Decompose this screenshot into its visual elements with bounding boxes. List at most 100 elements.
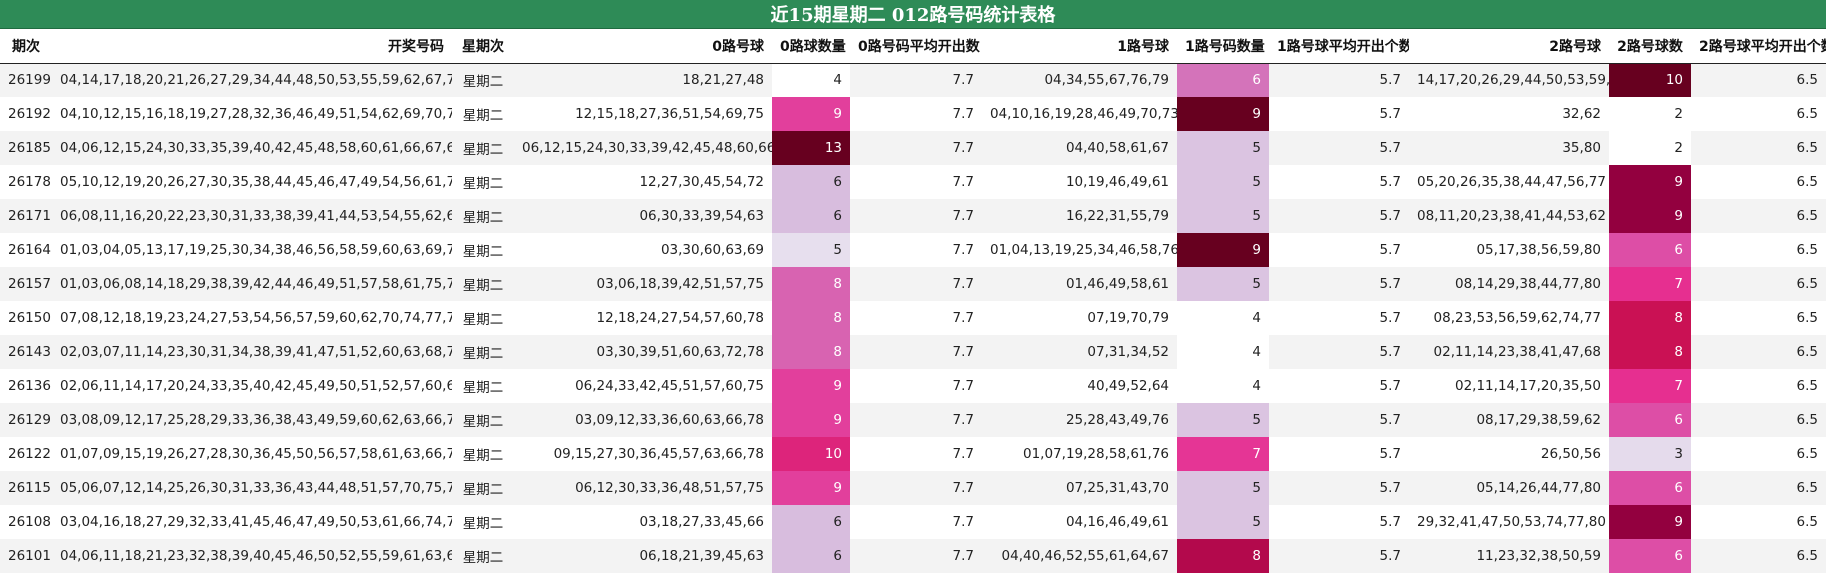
header-route1-avg[interactable]: 1路号球平均开出个数 [1269, 29, 1409, 64]
cell-route0-balls[interactable]: 06,12,15,24,30,33,39,42,45,48,60,66,69 [514, 131, 772, 165]
cell-weekday[interactable]: 星期二 [452, 97, 514, 131]
cell-route2-count[interactable]: 9 [1609, 199, 1691, 233]
cell-route2-count[interactable]: 2 [1609, 131, 1691, 165]
cell-route1-balls[interactable]: 07,25,31,43,70 [982, 471, 1177, 505]
cell-route1-balls[interactable]: 04,16,46,49,61 [982, 505, 1177, 539]
cell-route2-count[interactable]: 2 [1609, 97, 1691, 131]
cell-draw-numbers[interactable]: 02,03,07,11,14,23,30,31,34,38,39,41,47,5… [52, 335, 452, 369]
cell-route0-count[interactable]: 6 [772, 199, 850, 233]
cell-route2-balls[interactable]: 05,17,38,56,59,80 [1409, 233, 1609, 267]
cell-route2-count[interactable]: 3 [1609, 437, 1691, 471]
cell-route1-count[interactable]: 9 [1177, 97, 1269, 131]
cell-period[interactable]: 26122 [0, 437, 52, 471]
cell-route0-count[interactable]: 13 [772, 131, 850, 165]
cell-period[interactable]: 26101 [0, 539, 52, 573]
cell-route2-count[interactable]: 10 [1609, 63, 1691, 97]
cell-route0-count[interactable]: 8 [772, 267, 850, 301]
cell-route1-count[interactable]: 4 [1177, 369, 1269, 403]
cell-route2-balls[interactable]: 26,50,56 [1409, 437, 1609, 471]
cell-route2-avg[interactable]: 6.5 [1691, 539, 1826, 573]
cell-route2-avg[interactable]: 6.5 [1691, 403, 1826, 437]
cell-route2-count[interactable]: 6 [1609, 471, 1691, 505]
cell-period[interactable]: 26178 [0, 165, 52, 199]
cell-weekday[interactable]: 星期二 [452, 165, 514, 199]
cell-route2-balls[interactable]: 02,11,14,23,38,41,47,68 [1409, 335, 1609, 369]
cell-route2-balls[interactable]: 32,62 [1409, 97, 1609, 131]
cell-route1-count[interactable]: 7 [1177, 437, 1269, 471]
cell-route2-count[interactable]: 6 [1609, 403, 1691, 437]
cell-period[interactable]: 26185 [0, 131, 52, 165]
cell-period[interactable]: 26157 [0, 267, 52, 301]
cell-route0-count[interactable]: 9 [772, 471, 850, 505]
cell-route0-balls[interactable]: 03,30,39,51,60,63,72,78 [514, 335, 772, 369]
cell-route2-balls[interactable]: 08,23,53,56,59,62,74,77 [1409, 301, 1609, 335]
cell-period[interactable]: 26164 [0, 233, 52, 267]
cell-route1-balls[interactable]: 25,28,43,49,76 [982, 403, 1177, 437]
cell-route0-balls[interactable]: 06,30,33,39,54,63 [514, 199, 772, 233]
cell-route1-balls[interactable]: 04,40,46,52,55,61,64,67 [982, 539, 1177, 573]
cell-draw-numbers[interactable]: 04,10,12,15,16,18,19,27,28,32,36,46,49,5… [52, 97, 452, 131]
cell-route2-count[interactable]: 7 [1609, 267, 1691, 301]
cell-route0-balls[interactable]: 12,27,30,45,54,72 [514, 165, 772, 199]
cell-route0-balls[interactable]: 06,24,33,42,45,51,57,60,75 [514, 369, 772, 403]
cell-route0-avg[interactable]: 7.7 [850, 505, 982, 539]
cell-draw-numbers[interactable]: 01,07,09,15,19,26,27,28,30,36,45,50,56,5… [52, 437, 452, 471]
cell-route0-balls[interactable]: 06,18,21,39,45,63 [514, 539, 772, 573]
cell-route1-balls[interactable]: 10,19,46,49,61 [982, 165, 1177, 199]
cell-route0-avg[interactable]: 7.7 [850, 267, 982, 301]
cell-route1-avg[interactable]: 5.7 [1269, 437, 1409, 471]
cell-route1-count[interactable]: 5 [1177, 505, 1269, 539]
cell-route0-count[interactable]: 8 [772, 335, 850, 369]
cell-route1-balls[interactable]: 16,22,31,55,79 [982, 199, 1177, 233]
cell-route2-balls[interactable]: 08,11,20,23,38,41,44,53,62 [1409, 199, 1609, 233]
cell-route2-avg[interactable]: 6.5 [1691, 505, 1826, 539]
cell-route0-avg[interactable]: 7.7 [850, 403, 982, 437]
cell-weekday[interactable]: 星期二 [452, 199, 514, 233]
cell-route1-count[interactable]: 4 [1177, 301, 1269, 335]
cell-route0-avg[interactable]: 7.7 [850, 301, 982, 335]
cell-route2-avg[interactable]: 6.5 [1691, 335, 1826, 369]
cell-route1-avg[interactable]: 5.7 [1269, 131, 1409, 165]
cell-route0-count[interactable]: 9 [772, 369, 850, 403]
cell-route2-avg[interactable]: 6.5 [1691, 97, 1826, 131]
cell-route2-balls[interactable]: 02,11,14,17,20,35,50 [1409, 369, 1609, 403]
cell-period[interactable]: 26115 [0, 471, 52, 505]
cell-draw-numbers[interactable]: 01,03,06,08,14,18,29,38,39,42,44,46,49,5… [52, 267, 452, 301]
cell-route2-count[interactable]: 8 [1609, 301, 1691, 335]
cell-route1-count[interactable]: 6 [1177, 63, 1269, 97]
header-route2-balls[interactable]: 2路号球 [1409, 29, 1609, 64]
cell-route2-count[interactable]: 7 [1609, 369, 1691, 403]
cell-route1-balls[interactable]: 07,31,34,52 [982, 335, 1177, 369]
cell-route0-balls[interactable]: 03,30,60,63,69 [514, 233, 772, 267]
cell-weekday[interactable]: 星期二 [452, 267, 514, 301]
cell-route2-balls[interactable]: 14,17,20,26,29,44,50,53,59,62 [1409, 63, 1609, 97]
cell-weekday[interactable]: 星期二 [452, 471, 514, 505]
cell-route0-balls[interactable]: 09,15,27,30,36,45,57,63,66,78 [514, 437, 772, 471]
cell-route2-avg[interactable]: 6.5 [1691, 437, 1826, 471]
cell-route2-count[interactable]: 6 [1609, 539, 1691, 573]
cell-route0-avg[interactable]: 7.7 [850, 199, 982, 233]
cell-route1-balls[interactable]: 07,19,70,79 [982, 301, 1177, 335]
cell-route1-avg[interactable]: 5.7 [1269, 267, 1409, 301]
cell-route1-avg[interactable]: 5.7 [1269, 369, 1409, 403]
cell-draw-numbers[interactable]: 01,03,04,05,13,17,19,25,30,34,38,46,56,5… [52, 233, 452, 267]
cell-route0-count[interactable]: 6 [772, 505, 850, 539]
cell-route0-avg[interactable]: 7.7 [850, 165, 982, 199]
cell-route1-avg[interactable]: 5.7 [1269, 97, 1409, 131]
cell-route0-count[interactable]: 4 [772, 63, 850, 97]
cell-route0-avg[interactable]: 7.7 [850, 63, 982, 97]
cell-route0-count[interactable]: 9 [772, 97, 850, 131]
cell-route2-count[interactable]: 9 [1609, 505, 1691, 539]
cell-weekday[interactable]: 星期二 [452, 437, 514, 471]
header-route0-avg[interactable]: 0路号码平均开出数 [850, 29, 982, 64]
cell-route0-count[interactable]: 6 [772, 165, 850, 199]
cell-route2-count[interactable]: 6 [1609, 233, 1691, 267]
cell-period[interactable]: 26108 [0, 505, 52, 539]
cell-weekday[interactable]: 星期二 [452, 505, 514, 539]
cell-route2-avg[interactable]: 6.5 [1691, 369, 1826, 403]
cell-weekday[interactable]: 星期二 [452, 403, 514, 437]
cell-route0-balls[interactable]: 03,06,18,39,42,51,57,75 [514, 267, 772, 301]
cell-route0-avg[interactable]: 7.7 [850, 97, 982, 131]
cell-route0-balls[interactable]: 06,12,30,33,36,48,51,57,75 [514, 471, 772, 505]
cell-route0-balls[interactable]: 03,18,27,33,45,66 [514, 505, 772, 539]
